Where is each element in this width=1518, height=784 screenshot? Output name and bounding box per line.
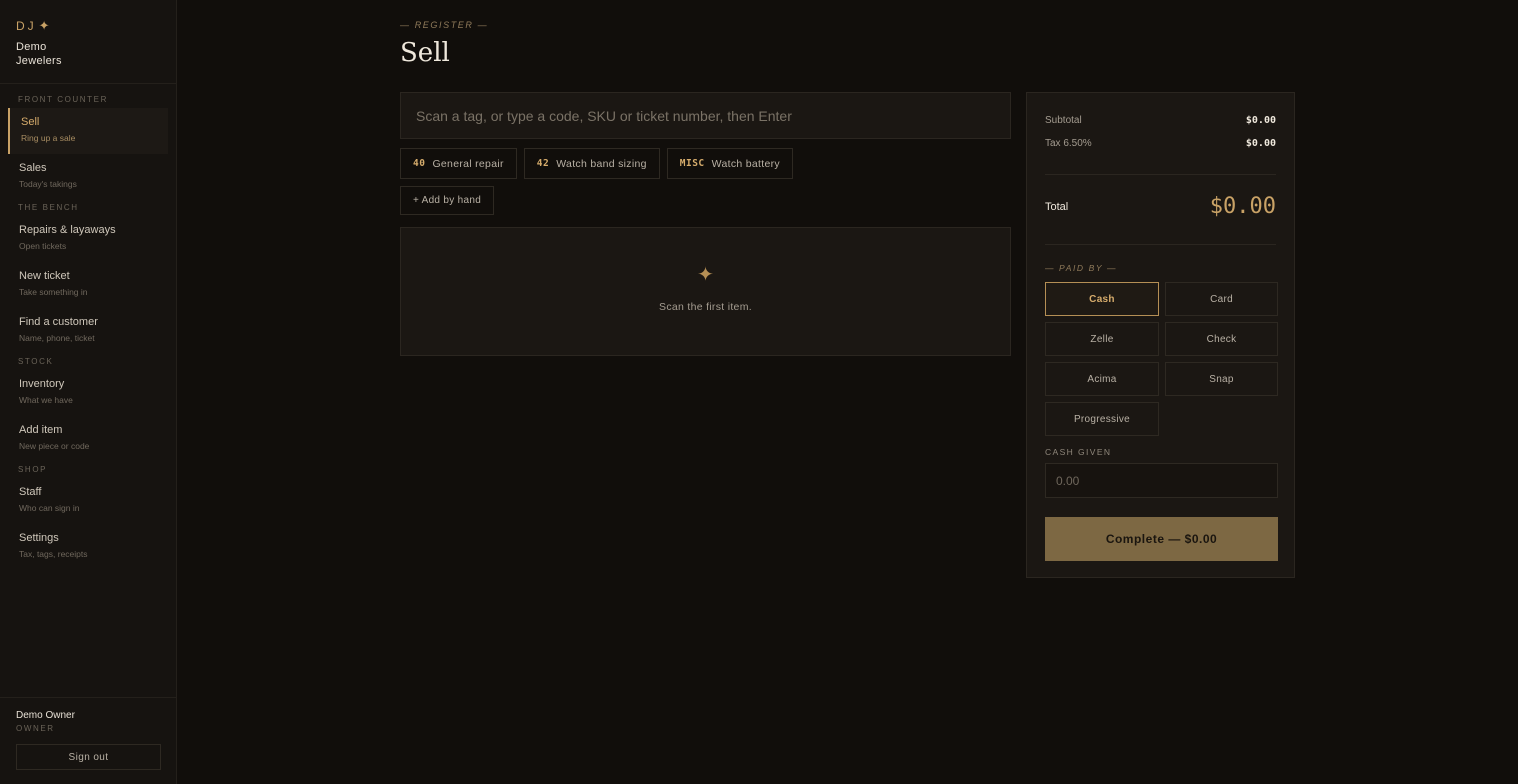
user-role: OWNER bbox=[16, 724, 55, 733]
sidebar-item-subtitle: Today's takings bbox=[19, 179, 77, 189]
sidebar-item-subtitle: Tax, tags, receipts bbox=[19, 549, 88, 559]
sidebar-item-find-customer[interactable]: Find a customer Name, phone, ticket bbox=[0, 308, 176, 354]
payment-check-button[interactable]: Check bbox=[1165, 322, 1278, 356]
section-label-shop: SHOP bbox=[18, 465, 48, 474]
sidebar-nav: FRONT COUNTER Sell Ring up a sale Sales … bbox=[0, 92, 176, 570]
section-label-stock: STOCK bbox=[18, 357, 54, 366]
section-label-the-bench: THE BENCH bbox=[18, 203, 79, 212]
payment-acima-button[interactable]: Acima bbox=[1045, 362, 1159, 396]
sidebar-item-title: Sell bbox=[21, 116, 40, 128]
total-value: $0.00 bbox=[1209, 194, 1276, 219]
page-title: Sell bbox=[400, 38, 450, 68]
empty-cart-message: Scan the first item. bbox=[659, 301, 752, 313]
cash-given-input[interactable] bbox=[1045, 463, 1278, 498]
payment-cash-button[interactable]: Cash bbox=[1045, 282, 1159, 316]
sidebar-item-subtitle: What we have bbox=[19, 395, 73, 405]
quick-item-code: 40 bbox=[413, 158, 426, 169]
divider bbox=[0, 697, 176, 698]
divider bbox=[1045, 174, 1276, 175]
sidebar-item-subtitle: Take something in bbox=[19, 287, 88, 297]
scan-input[interactable] bbox=[400, 92, 1011, 139]
sidebar-item-title: Repairs & layaways bbox=[19, 224, 116, 236]
add-by-hand-button[interactable]: + Add by hand bbox=[400, 186, 494, 215]
sidebar-item-title: New ticket bbox=[19, 270, 70, 282]
section-label-front-counter: FRONT COUNTER bbox=[18, 95, 108, 104]
divider bbox=[0, 83, 176, 84]
brand-name: Demo Jewelers bbox=[16, 40, 62, 68]
quick-item-label: Watch battery bbox=[711, 157, 780, 170]
tax-label: Tax 6.50% bbox=[1045, 138, 1092, 149]
quick-item-general-repair[interactable]: 40 General repair bbox=[400, 148, 517, 179]
tax-value: $0.00 bbox=[1245, 138, 1276, 149]
sidebar-item-sell[interactable]: Sell Ring up a sale bbox=[8, 108, 168, 154]
sidebar-item-subtitle: New piece or code bbox=[19, 441, 90, 451]
subtotal-label: Subtotal bbox=[1045, 115, 1082, 126]
brand-name-line1: Demo bbox=[16, 41, 47, 53]
payment-progressive-button[interactable]: Progressive bbox=[1045, 402, 1159, 436]
cart-empty-state: ✦ Scan the first item. bbox=[400, 227, 1011, 356]
subtotal-value: $0.00 bbox=[1245, 115, 1276, 126]
quick-item-code: 42 bbox=[536, 158, 550, 169]
sidebar-item-title: Staff bbox=[19, 486, 42, 498]
brand-logo: DJ ✦ bbox=[16, 18, 62, 34]
sidebar-item-settings[interactable]: Settings Tax, tags, receipts bbox=[0, 524, 176, 570]
payment-snap-button[interactable]: Snap bbox=[1165, 362, 1278, 396]
cash-given-label: CASH GIVEN bbox=[1045, 447, 1112, 457]
payment-methods: Cash Card Zelle Check Acima Snap Progres… bbox=[1045, 282, 1278, 436]
sidebar-item-title: Settings bbox=[19, 532, 59, 544]
brand: DJ ✦ Demo Jewelers bbox=[16, 18, 62, 68]
payment-card-button[interactable]: Card bbox=[1165, 282, 1278, 316]
sidebar-item-title: Add item bbox=[19, 424, 63, 436]
divider bbox=[1045, 244, 1276, 245]
sidebar-item-inventory[interactable]: Inventory What we have bbox=[0, 370, 176, 416]
quick-item-code: MISC bbox=[679, 158, 705, 169]
sidebar-item-subtitle: Who can sign in bbox=[19, 503, 80, 513]
sidebar-item-add-item[interactable]: Add item New piece or code bbox=[0, 416, 176, 462]
sidebar: DJ ✦ Demo Jewelers FRONT COUNTER Sell Ri… bbox=[0, 0, 177, 784]
subtotal-row: Subtotal $0.00 bbox=[1045, 115, 1276, 126]
totals-panel: Subtotal $0.00 Tax 6.50% $0.00 Total $0.… bbox=[1026, 92, 1295, 578]
total-row: Total $0.00 bbox=[1045, 194, 1276, 219]
brand-name-line2: Jewelers bbox=[16, 55, 62, 67]
sidebar-item-sales[interactable]: Sales Today's takings bbox=[0, 154, 176, 200]
user-name: Demo Owner bbox=[16, 710, 75, 721]
quick-items: 40 General repair 42 Watch band sizing M… bbox=[400, 148, 793, 179]
total-label: Total bbox=[1045, 200, 1069, 213]
sidebar-item-staff[interactable]: Staff Who can sign in bbox=[0, 478, 176, 524]
quick-item-watch-battery[interactable]: MISC Watch battery bbox=[666, 148, 793, 179]
page-kicker: — REGISTER — bbox=[400, 20, 489, 30]
payment-zelle-button[interactable]: Zelle bbox=[1045, 322, 1159, 356]
quick-item-label: Watch band sizing bbox=[556, 157, 647, 170]
sidebar-item-subtitle: Name, phone, ticket bbox=[19, 333, 95, 343]
brand-mark-text: DJ bbox=[16, 19, 37, 33]
sidebar-item-subtitle: Open tickets bbox=[19, 241, 67, 251]
sidebar-item-new-ticket[interactable]: New ticket Take something in bbox=[0, 262, 176, 308]
sidebar-item-title: Find a customer bbox=[19, 316, 98, 328]
sparkle-icon: ✦ bbox=[38, 18, 50, 33]
sidebar-item-title: Inventory bbox=[19, 378, 65, 390]
sparkle-icon: ✦ bbox=[697, 264, 714, 286]
tax-row: Tax 6.50% $0.00 bbox=[1045, 138, 1276, 149]
complete-sale-button[interactable]: Complete — $0.00 bbox=[1045, 517, 1278, 561]
paid-by-heading: — PAID BY — bbox=[1045, 263, 1118, 273]
quick-item-label: General repair bbox=[432, 157, 504, 170]
quick-item-watch-band-sizing[interactable]: 42 Watch band sizing bbox=[523, 148, 660, 179]
sidebar-item-title: Sales bbox=[19, 162, 47, 174]
sidebar-item-subtitle: Ring up a sale bbox=[21, 133, 76, 143]
sign-out-button[interactable]: Sign out bbox=[16, 744, 161, 770]
sidebar-item-repairs-layaways[interactable]: Repairs & layaways Open tickets bbox=[0, 216, 176, 262]
